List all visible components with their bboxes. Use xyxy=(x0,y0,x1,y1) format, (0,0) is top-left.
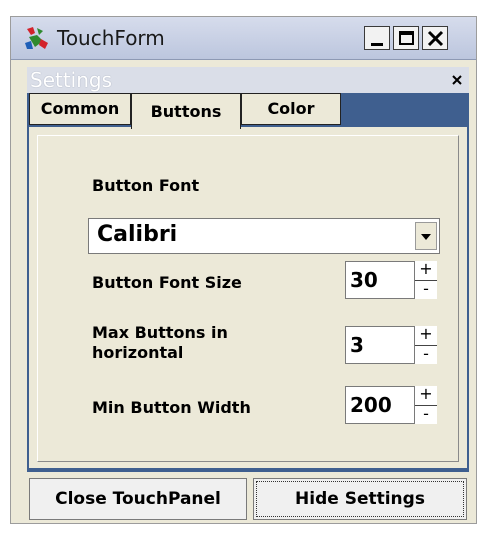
tab-common[interactable]: Common xyxy=(29,93,131,125)
buttons-tab-content: Button Font Calibri Button Font Size 30 … xyxy=(27,125,469,470)
button-font-size-stepper[interactable]: + - xyxy=(415,261,437,299)
max-buttons-stepper[interactable]: + - xyxy=(415,326,437,364)
min-button-width-label: Min Button Width xyxy=(92,398,251,417)
settings-panel-header: Settings xyxy=(27,67,469,93)
increment-button[interactable]: + xyxy=(415,386,437,405)
min-button-width-field[interactable]: 200 xyxy=(345,386,415,424)
window-title: TouchForm xyxy=(57,26,165,50)
footer: Close TouchPanel Hide Settings xyxy=(27,470,469,522)
close-button[interactable] xyxy=(422,26,448,50)
maximize-button[interactable] xyxy=(393,26,419,50)
button-font-size-label: Button Font Size xyxy=(92,273,242,292)
chevron-down-icon[interactable] xyxy=(415,222,437,250)
minimize-button[interactable] xyxy=(364,26,390,50)
tab-buttons[interactable]: Buttons xyxy=(131,93,241,129)
button-font-size-value: 30 xyxy=(350,268,378,292)
content-group: Button Font Calibri Button Font Size 30 … xyxy=(37,135,459,462)
button-font-size-field[interactable]: 30 xyxy=(345,261,415,299)
app-icon xyxy=(23,25,51,51)
touchform-window: TouchForm Settings Common Buttons Color … xyxy=(10,16,477,524)
decrement-button[interactable]: - xyxy=(415,405,437,424)
tab-strip: Common Buttons Color xyxy=(27,93,469,129)
button-font-value: Calibri xyxy=(97,222,178,247)
decrement-button[interactable]: - xyxy=(415,345,437,364)
settings-panel-title: Settings xyxy=(30,68,113,92)
close-touchpanel-button[interactable]: Close TouchPanel xyxy=(29,478,247,520)
decrement-button[interactable]: - xyxy=(415,280,437,299)
button-font-label: Button Font xyxy=(92,176,200,195)
close-icon xyxy=(427,30,444,47)
max-buttons-field[interactable]: 3 xyxy=(345,326,415,364)
min-button-width-value: 200 xyxy=(350,393,392,417)
min-button-width-stepper[interactable]: + - xyxy=(415,386,437,424)
minimize-icon xyxy=(371,43,383,46)
tab-color[interactable]: Color xyxy=(241,93,341,125)
close-icon[interactable] xyxy=(449,72,465,88)
max-buttons-label-line1: Max Buttons in xyxy=(92,323,228,342)
hide-settings-button[interactable]: Hide Settings xyxy=(253,478,467,520)
increment-button[interactable]: + xyxy=(415,261,437,280)
title-bar[interactable]: TouchForm xyxy=(11,17,476,60)
maximize-icon xyxy=(399,31,414,45)
max-buttons-label-line2: horizontal xyxy=(92,343,184,362)
button-font-select[interactable]: Calibri xyxy=(88,218,440,254)
increment-button[interactable]: + xyxy=(415,326,437,345)
max-buttons-value: 3 xyxy=(350,333,364,357)
